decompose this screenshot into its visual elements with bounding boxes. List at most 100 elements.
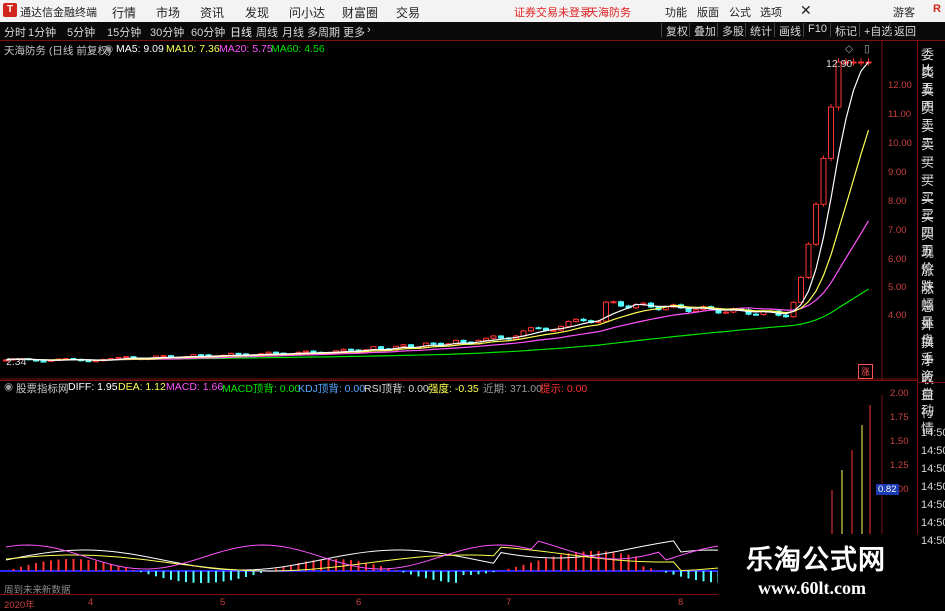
period-15min[interactable]: 15分钟 (107, 24, 141, 40)
date-tick: 5 (220, 597, 225, 608)
macd-bar (245, 571, 247, 577)
period-30min[interactable]: 30分钟 (150, 24, 184, 40)
macd-bar (110, 564, 112, 571)
macd-bar (185, 571, 187, 582)
candle-body (799, 277, 804, 302)
menu-item-news[interactable]: 资讯 (200, 4, 224, 21)
period-daily[interactable]: 日线 (230, 24, 252, 40)
menu-options[interactable]: 选项 (760, 4, 782, 20)
menu-layout[interactable]: 版面 (697, 4, 719, 20)
btn-f10[interactable]: F10 (803, 23, 827, 37)
panel-lower-item: 14:50 (921, 425, 945, 441)
macd-bar (425, 571, 427, 578)
macd-bar (28, 565, 30, 571)
date-tick: 8 (678, 597, 683, 608)
menu-item-trade[interactable]: 交易 (396, 4, 420, 21)
indicator-tick: 2.00 (890, 388, 909, 399)
btn-multi-stock[interactable]: 多股 (717, 23, 744, 37)
macd-bar (358, 561, 360, 571)
macd-bar (433, 571, 435, 580)
menu-formula[interactable]: 公式 (729, 4, 751, 20)
menu-item-market[interactable]: 市场 (156, 4, 180, 21)
period-weekly[interactable]: 周线 (256, 24, 278, 40)
menu-item-discover[interactable]: 发现 (245, 4, 269, 21)
macd-bar (688, 571, 690, 578)
period-60min[interactable]: 60分钟 (191, 24, 225, 40)
macd-bar (178, 571, 180, 581)
app-logo-icon: T (3, 3, 17, 17)
macd-bar (515, 567, 517, 571)
btn-mark[interactable]: 标记 (830, 23, 857, 37)
macd-bar (253, 571, 255, 575)
macd-bar (568, 553, 570, 571)
candle-body (574, 319, 579, 321)
macd-bar (538, 560, 540, 571)
user-label[interactable]: 游客 (893, 4, 915, 20)
menu-function[interactable]: 功能 (665, 4, 687, 20)
macd-bar (493, 571, 495, 572)
period-more[interactable]: 更多 (343, 24, 365, 40)
macd-bar (590, 551, 592, 571)
panel-lower-item: 14:50 (921, 515, 945, 531)
price-tick: 6.00 (888, 254, 907, 265)
macd-bar (238, 571, 240, 579)
btn-adjust[interactable]: 复权 (661, 23, 688, 37)
macd-bar (620, 553, 622, 571)
price-tick: 9.00 (888, 167, 907, 178)
menu-item-ask[interactable]: 问小达 (289, 4, 325, 21)
indicator-settings-icon[interactable]: ◉ (4, 381, 13, 393)
macd-bar (395, 570, 397, 571)
candle-body (484, 338, 489, 340)
macd-bar (163, 571, 165, 578)
indicator-tick: 1.25 (890, 460, 909, 471)
macd-bar (200, 571, 202, 583)
menu-bar: T 通达信金融终端 行情 市场 资讯 发现 问小达 财富圈 交易 证券交易未登录… (0, 0, 945, 23)
macd-bar (20, 567, 22, 571)
macd-bar (35, 563, 37, 571)
candle-body (859, 62, 864, 63)
corner-r-icon[interactable]: R (933, 3, 941, 15)
indicator-tick: 1.50 (890, 436, 909, 447)
chevron-right-icon[interactable]: › (367, 24, 371, 36)
candle-body (349, 349, 354, 350)
period-monthly[interactable]: 月线 (282, 24, 304, 40)
candle-body (379, 347, 384, 349)
candle-body (754, 314, 759, 315)
price-tick: 5.00 (888, 282, 907, 293)
dea-value: DEA: 1.12 (118, 381, 166, 393)
btn-stats[interactable]: 统计 (745, 23, 772, 37)
period-1min[interactable]: 1分钟 (28, 24, 56, 40)
panel-divider (918, 382, 945, 383)
login-warning[interactable]: 证券交易未登录 (514, 4, 591, 20)
kdj-divergence: KDJ顶背: 0.00 (298, 381, 365, 396)
quote-side-panel: 委比 卖五 卖四 卖三 卖二 卖一 买一 买二 买三 买四 买五 现价 涨跌 涨… (917, 41, 945, 609)
price-chart[interactable] (0, 40, 917, 380)
macd-bar (230, 571, 232, 580)
btn-add-watchlist[interactable]: +自选 (859, 23, 892, 37)
period-5min[interactable]: 5分钟 (67, 24, 95, 40)
menu-item-quotes[interactable]: 行情 (112, 4, 136, 21)
candle-body (551, 330, 556, 331)
macd-bar (523, 565, 525, 571)
candle-body (566, 321, 571, 326)
macd-bar (418, 571, 420, 576)
menu-item-wealth[interactable]: 财富圈 (342, 4, 378, 21)
macd-bar (485, 571, 487, 573)
candle-body (124, 357, 129, 358)
price-tick: 10.00 (888, 138, 912, 149)
macd-bar (703, 571, 705, 581)
period-multi[interactable]: 多周期 (307, 24, 340, 40)
macd-bar (403, 571, 405, 572)
period-timeshare[interactable]: 分时 (4, 24, 26, 40)
candle-body (401, 345, 406, 347)
macd-bar (455, 571, 457, 583)
close-icon[interactable]: ✕ (800, 2, 812, 19)
btn-draw[interactable]: 画线 (774, 23, 801, 37)
candle-body (806, 244, 811, 277)
candle-body (694, 310, 699, 312)
macd-bar (65, 559, 67, 571)
btn-back[interactable]: 返回 (889, 23, 916, 37)
btn-overlay[interactable]: 叠加 (689, 23, 716, 37)
macd-bar (635, 556, 637, 571)
macd-bar (710, 571, 712, 582)
